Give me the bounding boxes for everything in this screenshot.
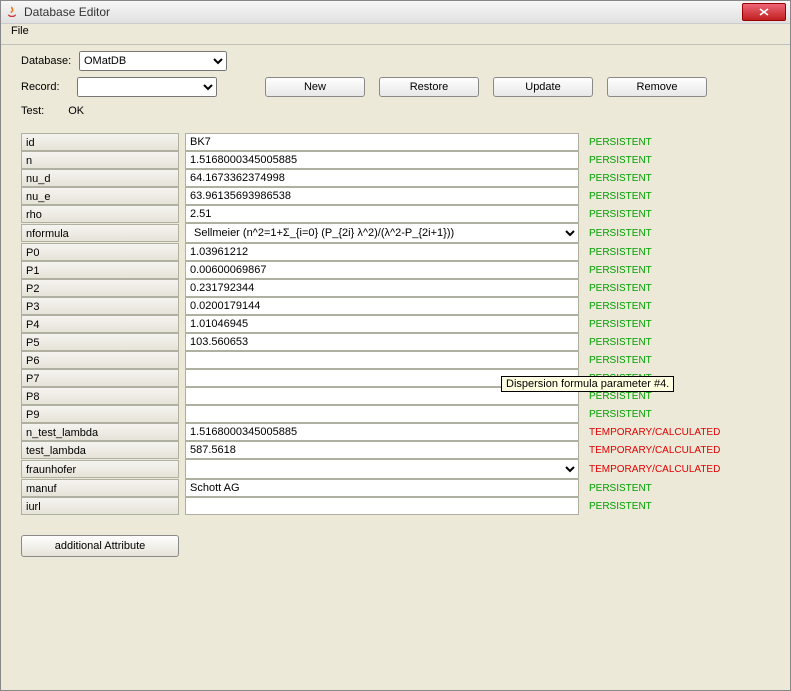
attr-status-n_test_lambda: TEMPORARY/CALCULATED [585,427,755,438]
attr-status-manuf: PERSISTENT [585,483,755,494]
attr-value-P2[interactable] [185,279,579,297]
attr-status-nu_d: PERSISTENT [585,173,755,184]
attr-value-P6[interactable] [185,351,579,369]
new-button[interactable]: New [265,77,365,97]
database-label: Database: [21,55,73,67]
attr-value-nu_e[interactable] [185,187,579,205]
attr-status-P8: PERSISTENT [585,391,755,402]
attr-status-nu_e: PERSISTENT [585,191,755,202]
attr-value-test_lambda[interactable] [185,441,579,459]
attr-name-id: id [21,133,179,151]
test-label: Test: [21,105,44,117]
test-value: OK [68,105,84,117]
attr-name-P9: P9 [21,405,179,423]
attr-name-nu_e: nu_e [21,187,179,205]
menubar: File [1,24,790,45]
attr-status-fraunhofer: TEMPORARY/CALCULATED [585,464,755,475]
attr-value-P4[interactable] [185,315,579,333]
attr-status-P2: PERSISTENT [585,283,755,294]
attr-name-P5: P5 [21,333,179,351]
remove-button[interactable]: Remove [607,77,707,97]
window-title: Database Editor [24,5,110,19]
restore-button[interactable]: Restore [379,77,479,97]
attr-value-iurl[interactable] [185,497,579,515]
attr-status-n: PERSISTENT [585,155,755,166]
attr-value-n_test_lambda[interactable] [185,423,579,441]
update-button[interactable]: Update [493,77,593,97]
attr-status-P6: PERSISTENT [585,355,755,366]
attr-status-P3: PERSISTENT [585,301,755,312]
attr-name-iurl: iurl [21,497,179,515]
attr-value-manuf[interactable] [185,479,579,497]
java-icon [5,5,19,19]
attr-name-P2: P2 [21,279,179,297]
attr-value-nu_d[interactable] [185,169,579,187]
attr-name-n: n [21,151,179,169]
attr-name-P3: P3 [21,297,179,315]
menu-file[interactable]: File [7,24,33,38]
attr-value-P0[interactable] [185,243,579,261]
tooltip: Dispersion formula parameter #4. [501,376,674,392]
additional-attribute-button[interactable]: additional Attribute [21,535,179,557]
attr-name-P1: P1 [21,261,179,279]
attr-name-manuf: manuf [21,479,179,497]
attr-status-test_lambda: TEMPORARY/CALCULATED [585,445,755,456]
attr-name-P0: P0 [21,243,179,261]
attr-value-fraunhofer[interactable] [185,459,579,479]
attributes-grid: id PERSISTENT n PERSISTENT nu_d PERSISTENT nu_… [21,133,770,515]
attr-name-P8: P8 [21,387,179,405]
attr-status-rho: PERSISTENT [585,209,755,220]
attr-status-P5: PERSISTENT [585,337,755,348]
database-select[interactable]: OMatDB [79,51,227,71]
attr-name-n_test_lambda: n_test_lambda [21,423,179,441]
attr-value-nformula[interactable]: Sellmeier (n^2=1+Σ_{i=0} (P_{2i} λ^2)/(λ… [185,223,579,243]
attr-name-test_lambda: test_lambda [21,441,179,459]
attr-value-id[interactable] [185,133,579,151]
attr-name-fraunhofer: fraunhofer [21,460,179,478]
attr-name-nu_d: nu_d [21,169,179,187]
titlebar: Database Editor [1,1,790,24]
record-label: Record: [21,81,63,93]
attr-value-rho[interactable] [185,205,579,223]
attr-value-P9[interactable] [185,405,579,423]
attr-status-id: PERSISTENT [585,137,755,148]
attr-value-n[interactable] [185,151,579,169]
attr-status-nformula: PERSISTENT [585,228,755,239]
attr-name-P4: P4 [21,315,179,333]
attr-status-P9: PERSISTENT [585,409,755,420]
attr-status-P4: PERSISTENT [585,319,755,330]
attr-name-rho: rho [21,205,179,223]
attr-name-P7: P7 [21,369,179,387]
attr-status-P0: PERSISTENT [585,247,755,258]
attr-status-iurl: PERSISTENT [585,501,755,512]
attr-value-P3[interactable] [185,297,579,315]
attr-status-P1: PERSISTENT [585,265,755,276]
record-select[interactable] [77,77,217,97]
attr-name-nformula: nformula [21,224,179,242]
attr-value-P5[interactable] [185,333,579,351]
attr-name-P6: P6 [21,351,179,369]
attr-value-P1[interactable] [185,261,579,279]
window-close-button[interactable] [742,3,786,21]
